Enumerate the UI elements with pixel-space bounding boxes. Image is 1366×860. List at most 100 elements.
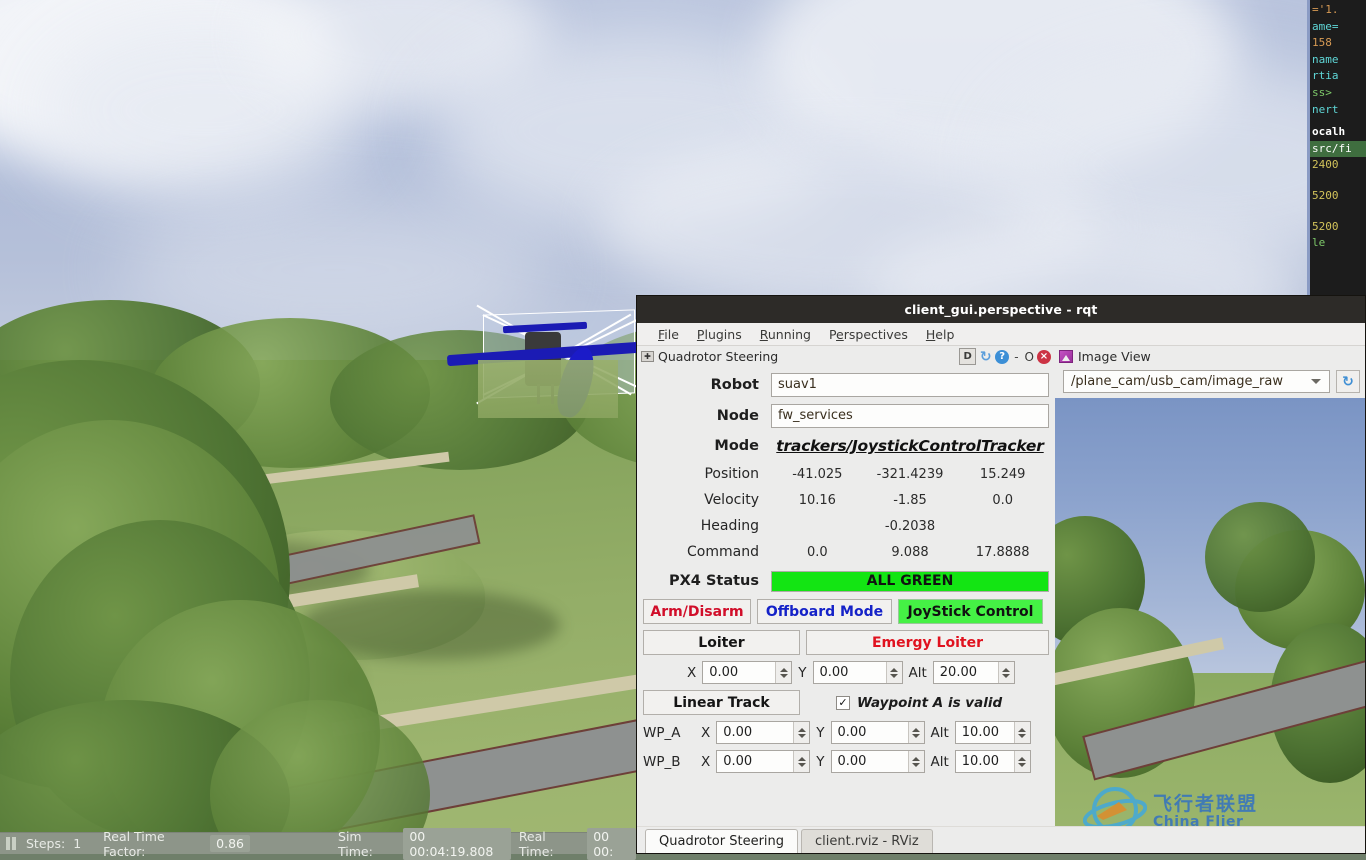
- waypoint-valid-label: Waypoint A is valid: [857, 694, 1003, 711]
- emergy-loiter-button[interactable]: Emergy Loiter: [806, 630, 1049, 655]
- steering-dock-header[interactable]: ✚ Quadrotor Steering D ↻ ? - O ×: [637, 346, 1055, 367]
- position-values: -41.025 -321.4239 15.249: [771, 467, 1049, 482]
- velocity-z: 0.0: [992, 492, 1014, 508]
- wp-a-x-value[interactable]: 0.00: [717, 725, 793, 740]
- rqt-window-title: client_gui.perspective - rqt: [904, 302, 1098, 317]
- tab-client-rviz[interactable]: client.rviz - RViz: [801, 829, 933, 853]
- loiter-y-value[interactable]: 0.00: [814, 665, 886, 680]
- loiter-y-stepper[interactable]: [885, 662, 902, 683]
- terminal-line: ocalh: [1312, 125, 1346, 139]
- terminal-window[interactable]: ='1. ame= 158 name rtia ss> nert ocalh s…: [1307, 0, 1366, 302]
- linear-track-button[interactable]: Linear Track: [643, 690, 800, 715]
- command-row: Command 0.0 9.088 17.8888: [643, 539, 1049, 565]
- wp-a-x-spinner[interactable]: 0.00: [716, 721, 811, 744]
- offboard-mode-button[interactable]: Offboard Mode: [757, 599, 892, 624]
- px4-status-row: PX4 Status ALL GREEN: [643, 569, 1049, 593]
- rqt-window[interactable]: client_gui.perspective - rqt File Plugin…: [636, 295, 1366, 854]
- heading-row: Heading -0.2038: [643, 513, 1049, 539]
- menu-help[interactable]: Help: [919, 326, 962, 343]
- arm-disarm-button[interactable]: Arm/Disarm: [643, 599, 751, 624]
- reload-icon[interactable]: ↻: [978, 349, 993, 365]
- position-row: Position -41.025 -321.4239 15.249: [643, 461, 1049, 487]
- waypoint-valid-row[interactable]: ✓ Waypoint A is valid: [836, 695, 1002, 711]
- minimize-button[interactable]: -: [1011, 350, 1021, 364]
- pause-icon[interactable]: [6, 837, 16, 850]
- velocity-x: 10.16: [798, 492, 836, 508]
- help-icon[interactable]: ?: [995, 349, 1010, 364]
- quadrotor-steering-dock[interactable]: ✚ Quadrotor Steering D ↻ ? - O × Robot s…: [637, 346, 1055, 853]
- image-topic-combobox[interactable]: /plane_cam/usb_cam/image_raw: [1063, 370, 1330, 393]
- wp-a-y-label: Y: [816, 724, 825, 741]
- loiter-alt-value[interactable]: 20.00: [934, 665, 998, 680]
- wp-b-alt-stepper[interactable]: [1013, 751, 1030, 772]
- image-view-canvas[interactable]: 飞行者联盟 China Flier: [1055, 398, 1365, 853]
- loiter-y-spinner[interactable]: 0.00: [812, 661, 903, 684]
- dock-grip-icon[interactable]: ✚: [641, 351, 654, 362]
- command-values: 0.0 9.088 17.8888: [771, 545, 1049, 560]
- wp-a-alt-stepper[interactable]: [1013, 722, 1030, 743]
- menu-file[interactable]: File: [651, 326, 686, 343]
- rqt-menu-bar[interactable]: File Plugins Running Perspectives Help: [637, 323, 1365, 346]
- robot-input[interactable]: suav1: [771, 372, 1049, 397]
- loiter-x-stepper[interactable]: [775, 662, 792, 683]
- loiter-y-label: Y: [798, 664, 807, 681]
- terminal-line: src/fi: [1310, 140, 1366, 158]
- rtf-value: 0.86: [210, 835, 251, 852]
- wp-b-x-stepper[interactable]: [793, 751, 810, 772]
- wp-a-row: WP_A X 0.00 Y 0.00 Alt 10.00: [637, 721, 1055, 744]
- image-view-title: Image View: [1078, 349, 1151, 364]
- wp-b-y-spinner[interactable]: 0.00: [830, 750, 925, 773]
- dock-button-group[interactable]: D ↻ ? - O ×: [959, 348, 1051, 365]
- wp-a-alt-value[interactable]: 10.00: [956, 725, 1014, 740]
- waypoint-valid-checkbox[interactable]: ✓: [836, 695, 850, 710]
- rqt-title-bar[interactable]: client_gui.perspective - rqt: [637, 296, 1365, 323]
- loiter-alt-stepper[interactable]: [997, 662, 1014, 683]
- wp-b-alt-spinner[interactable]: 10.00: [954, 750, 1031, 773]
- wp-a-x-stepper[interactable]: [793, 722, 810, 743]
- node-label: Node: [716, 407, 759, 424]
- node-row: Node fw_services: [643, 402, 1049, 429]
- node-input[interactable]: fw_services: [771, 403, 1049, 428]
- close-icon[interactable]: ×: [1037, 349, 1051, 364]
- detach-button[interactable]: D: [959, 348, 977, 365]
- perspective-tab-bar[interactable]: Quadrotor Steering client.rviz - RViz: [637, 826, 1365, 853]
- gazebo-status-bar: Steps: 1 Real Time Factor: 0.86 Sim Time…: [0, 827, 636, 860]
- wp-b-y-stepper[interactable]: [907, 751, 924, 772]
- wp-a-alt-spinner[interactable]: 10.00: [954, 721, 1031, 744]
- maximize-button[interactable]: O: [1024, 350, 1035, 364]
- image-view-icon: [1059, 350, 1073, 363]
- refresh-topics-button[interactable]: ↻: [1336, 370, 1360, 393]
- loiter-x-spinner[interactable]: 0.00: [702, 661, 793, 684]
- loiter-button[interactable]: Loiter: [643, 630, 800, 655]
- chevron-down-icon[interactable]: [1311, 379, 1321, 384]
- terminal-line: nert: [1312, 102, 1339, 116]
- loiter-alt-spinner[interactable]: 20.00: [932, 661, 1015, 684]
- steps-label: Steps:: [26, 836, 66, 851]
- robot-label: Robot: [710, 376, 759, 393]
- wp-b-x-value[interactable]: 0.00: [717, 754, 793, 769]
- watermark-text: 飞行者联盟 China Flier: [1153, 794, 1258, 830]
- joystick-control-button[interactable]: JoyStick Control: [898, 599, 1043, 624]
- wp-a-y-stepper[interactable]: [907, 722, 924, 743]
- wp-a-y-value[interactable]: 0.00: [832, 725, 908, 740]
- menu-perspectives[interactable]: Perspectives: [822, 326, 915, 343]
- loiter-button-row: Loiter Emergy Loiter: [637, 630, 1055, 655]
- wp-b-alt-value[interactable]: 10.00: [956, 754, 1014, 769]
- image-view-dock[interactable]: Image View /plane_cam/usb_cam/image_raw …: [1055, 346, 1365, 853]
- command-z: 17.8888: [975, 544, 1030, 560]
- wp-b-alt-label: Alt: [930, 753, 949, 770]
- tab-quadrotor-steering[interactable]: Quadrotor Steering: [645, 829, 799, 853]
- wp-b-x-spinner[interactable]: 0.00: [716, 750, 811, 773]
- image-view-header[interactable]: Image View: [1055, 346, 1365, 367]
- command-label: Command: [687, 544, 759, 560]
- terminal-line: 5200: [1312, 188, 1339, 202]
- wp-b-y-value[interactable]: 0.00: [832, 754, 908, 769]
- loiter-x-value[interactable]: 0.00: [703, 665, 775, 680]
- velocity-label: Velocity: [704, 492, 759, 508]
- menu-plugins[interactable]: Plugins: [690, 326, 749, 343]
- heading-blank-right: [956, 519, 1049, 534]
- steering-form: Robot suav1 Node fw_services Mode tracke…: [637, 367, 1055, 593]
- menu-running[interactable]: Running: [753, 326, 818, 343]
- terminal-line: 158: [1312, 36, 1332, 50]
- wp-a-y-spinner[interactable]: 0.00: [830, 721, 925, 744]
